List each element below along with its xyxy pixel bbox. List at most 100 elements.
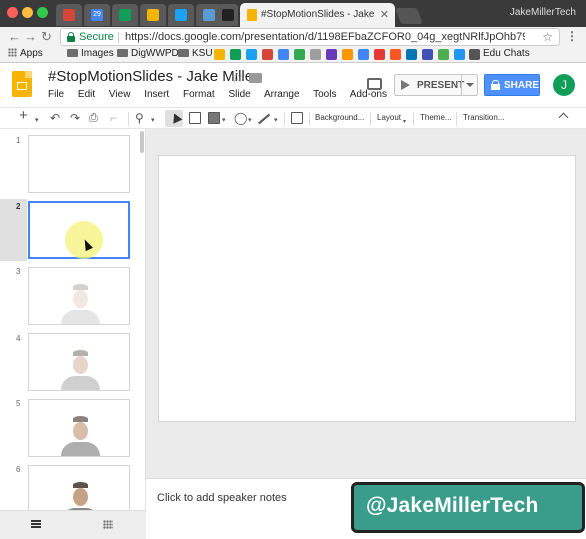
bookmark-icon-hash[interactable]: [469, 49, 480, 60]
theme-button[interactable]: Theme...: [420, 113, 452, 122]
zoom-icon[interactable]: ⚲: [135, 111, 144, 125]
present-button[interactable]: PRESENT: [394, 74, 478, 96]
active-browser-tab[interactable]: #StopMotionSlides - Jake M ✕: [240, 3, 395, 27]
slide-thumbnail[interactable]: [28, 267, 130, 325]
new-tab-button[interactable]: [395, 8, 423, 24]
bookmark-star-icon[interactable]: ☆: [542, 30, 553, 44]
menu-insert[interactable]: Insert: [144, 89, 169, 100]
pinned-tab-app[interactable]: [140, 4, 166, 26]
person-photo: [29, 412, 129, 456]
bookmark-icon-linkedin[interactable]: [406, 49, 417, 60]
speaker-notes-placeholder[interactable]: Click to add speaker notes: [157, 492, 287, 504]
zoom-dropdown-icon[interactable]: ▾: [151, 114, 155, 128]
menu-tools[interactable]: Tools: [313, 89, 336, 100]
redo-icon[interactable]: ↷: [70, 111, 80, 125]
bookmark-ksu[interactable]: KSU: [178, 48, 213, 59]
menu-add-ons[interactable]: Add-ons: [350, 89, 387, 100]
bookmark-icon-youtube[interactable]: [374, 49, 385, 60]
line-icon[interactable]: [258, 113, 270, 124]
print-icon[interactable]: ⎙: [89, 111, 98, 125]
star-icon[interactable]: ☆: [231, 69, 244, 86]
reload-icon[interactable]: ↻: [41, 29, 52, 45]
menu-file[interactable]: File: [48, 89, 64, 100]
bookmark-edu-chats[interactable]: Edu Chats: [483, 48, 530, 59]
menu-bar: File Edit View Insert Format Slide Arran…: [48, 89, 398, 100]
menu-edit[interactable]: Edit: [78, 89, 95, 100]
layout-button[interactable]: Layout: [377, 113, 401, 122]
document-title[interactable]: #StopMotionSlides - Jake Miller: [48, 68, 258, 85]
new-slide-dropdown-icon[interactable]: ▾: [35, 114, 39, 128]
insert-comment-icon[interactable]: [291, 112, 303, 124]
bookmark-apps[interactable]: Apps: [8, 48, 43, 59]
bookmark-digwwpd[interactable]: DigWWPD: [117, 48, 179, 59]
bookmark-icon-orange[interactable]: [342, 49, 353, 60]
slides-logo-icon[interactable]: [12, 71, 32, 97]
url-text[interactable]: https://docs.google.com/presentation/d/1…: [125, 31, 525, 43]
forward-arrow-icon[interactable]: →: [24, 29, 37, 45]
window-zoom-button[interactable]: [37, 7, 48, 18]
background-button[interactable]: Background...: [315, 113, 364, 122]
bookmark-icon-blue-3[interactable]: [454, 49, 465, 60]
image-icon[interactable]: [208, 112, 220, 124]
window-close-button[interactable]: [7, 7, 18, 18]
bookmark-icon-green[interactable]: [294, 49, 305, 60]
pinned-tab-dark[interactable]: [218, 4, 238, 26]
back-arrow-icon[interactable]: ←: [8, 29, 21, 45]
menu-format[interactable]: Format: [183, 89, 215, 100]
bookmark-icon-red[interactable]: [262, 49, 273, 60]
slide-number: 5: [16, 399, 21, 408]
bookmarks-bar: Apps Images DigWWPD KSU Edu Chats: [0, 47, 586, 63]
pinned-tab-gmail[interactable]: [56, 4, 82, 26]
pinned-tab-calendar[interactable]: 29: [84, 4, 110, 26]
docs-header: #StopMotionSlides - Jake Miller ☆ File E…: [0, 63, 586, 105]
select-tool[interactable]: [165, 110, 183, 127]
bookmark-icon-slides[interactable]: [214, 49, 225, 60]
slide-thumbnail[interactable]: [28, 333, 130, 391]
layout-dropdown-icon[interactable]: ▾: [403, 115, 406, 129]
pinned-tab-drive[interactable]: [112, 4, 138, 26]
menu-arrange[interactable]: Arrange: [264, 89, 300, 100]
text-box-icon[interactable]: [189, 112, 201, 124]
comments-icon[interactable]: [367, 78, 382, 90]
folder-icon: [67, 49, 78, 57]
undo-icon[interactable]: ↶: [50, 111, 60, 125]
browser-menu-icon[interactable]: ⋮: [566, 29, 578, 43]
slide-thumbnail[interactable]: [28, 135, 130, 193]
line-dropdown-icon[interactable]: ▾: [274, 114, 278, 128]
collapse-toolbar-icon[interactable]: [558, 112, 569, 123]
bookmark-icon-twitter[interactable]: [246, 49, 257, 60]
image-dropdown-icon[interactable]: ▾: [222, 114, 226, 128]
window-minimize-button[interactable]: [22, 7, 33, 18]
bookmark-icon-green-2[interactable]: [438, 49, 449, 60]
omnibox[interactable]: Secure https://docs.google.com/presentat…: [60, 28, 560, 46]
bookmark-icon-gray[interactable]: [310, 49, 321, 60]
grid-view-icon[interactable]: [103, 520, 113, 529]
filmstrip-scrollbar[interactable]: [140, 131, 144, 153]
shape-icon[interactable]: ◯: [234, 111, 247, 125]
move-to-folder-icon[interactable]: [249, 73, 262, 83]
shape-dropdown-icon[interactable]: ▾: [248, 114, 252, 128]
paint-format-icon[interactable]: ⌐: [110, 111, 117, 125]
current-slide[interactable]: [158, 155, 576, 422]
bookmark-icon-blue-2[interactable]: [358, 49, 369, 60]
bookmark-icon-blue[interactable]: [278, 49, 289, 60]
menu-view[interactable]: View: [109, 89, 131, 100]
new-slide-plus-icon[interactable]: +: [19, 108, 28, 123]
toolbar-divider: [413, 112, 414, 126]
bookmark-icon-purple[interactable]: [326, 49, 337, 60]
share-button[interactable]: SHARE: [484, 74, 540, 96]
browser-profile-name[interactable]: JakeMillerTech: [510, 7, 576, 18]
menu-slide[interactable]: Slide: [228, 89, 250, 100]
account-avatar[interactable]: J: [553, 74, 575, 96]
lock-icon: [491, 80, 500, 90]
bookmark-icon-orange-2[interactable]: [390, 49, 401, 60]
bookmark-icon-indigo[interactable]: [422, 49, 433, 60]
bookmark-images[interactable]: Images: [67, 48, 114, 59]
slide-thumbnail[interactable]: [28, 399, 130, 457]
transition-button[interactable]: Transition...: [463, 113, 505, 122]
close-tab-icon[interactable]: ✕: [380, 8, 389, 21]
bookmark-icon-drive[interactable]: [230, 49, 241, 60]
pinned-tab-twitter[interactable]: [168, 4, 194, 26]
filmstrip-view-icon[interactable]: [31, 520, 41, 528]
present-dropdown-icon[interactable]: [461, 75, 477, 95]
